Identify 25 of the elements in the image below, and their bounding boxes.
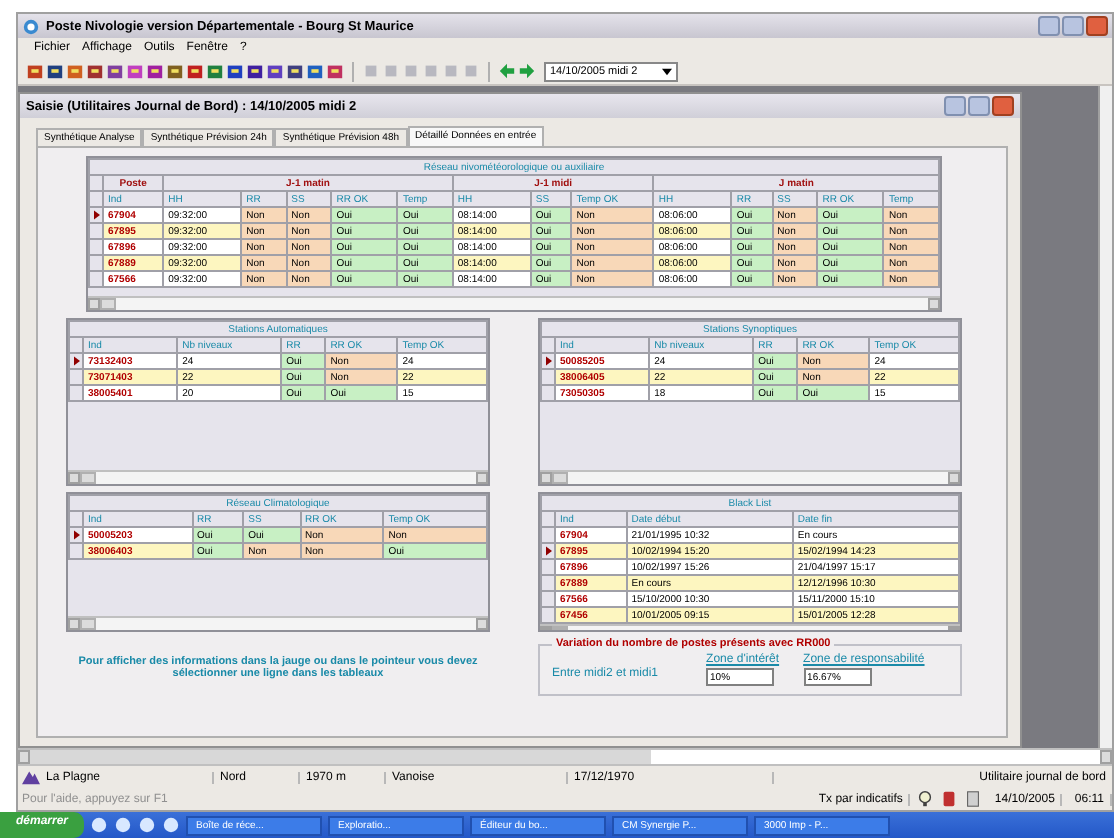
horizontal-scrollbar[interactable] xyxy=(540,470,960,484)
horizontal-scrollbar[interactable] xyxy=(68,470,488,484)
current-row-icon xyxy=(73,530,79,540)
current-row-icon xyxy=(93,210,99,220)
horizontal-scrollbar[interactable] xyxy=(18,748,1112,764)
lightbulb-icon xyxy=(916,790,935,808)
close-button[interactable] xyxy=(992,96,1014,116)
mountain-icon xyxy=(22,768,40,786)
current-row-icon xyxy=(545,356,551,366)
back-arrow-icon[interactable] xyxy=(498,62,516,80)
current-row-icon xyxy=(73,356,79,366)
caret-icon xyxy=(661,67,672,75)
horizontal-scrollbar[interactable] xyxy=(540,624,960,630)
horizontal-scrollbar[interactable] xyxy=(88,296,940,310)
close-button[interactable] xyxy=(1086,16,1108,36)
vertical-scrollbar[interactable] xyxy=(1098,86,1112,748)
maximize-button[interactable] xyxy=(1062,16,1084,36)
horizontal-scrollbar[interactable] xyxy=(68,616,488,630)
minimize-button[interactable] xyxy=(1038,16,1060,36)
app-icon xyxy=(22,17,40,35)
current-row-icon xyxy=(545,546,551,556)
minimize-button[interactable] xyxy=(944,96,966,116)
maximize-button[interactable] xyxy=(968,96,990,116)
forward-arrow-icon[interactable] xyxy=(518,62,536,80)
document-icon xyxy=(964,790,983,808)
